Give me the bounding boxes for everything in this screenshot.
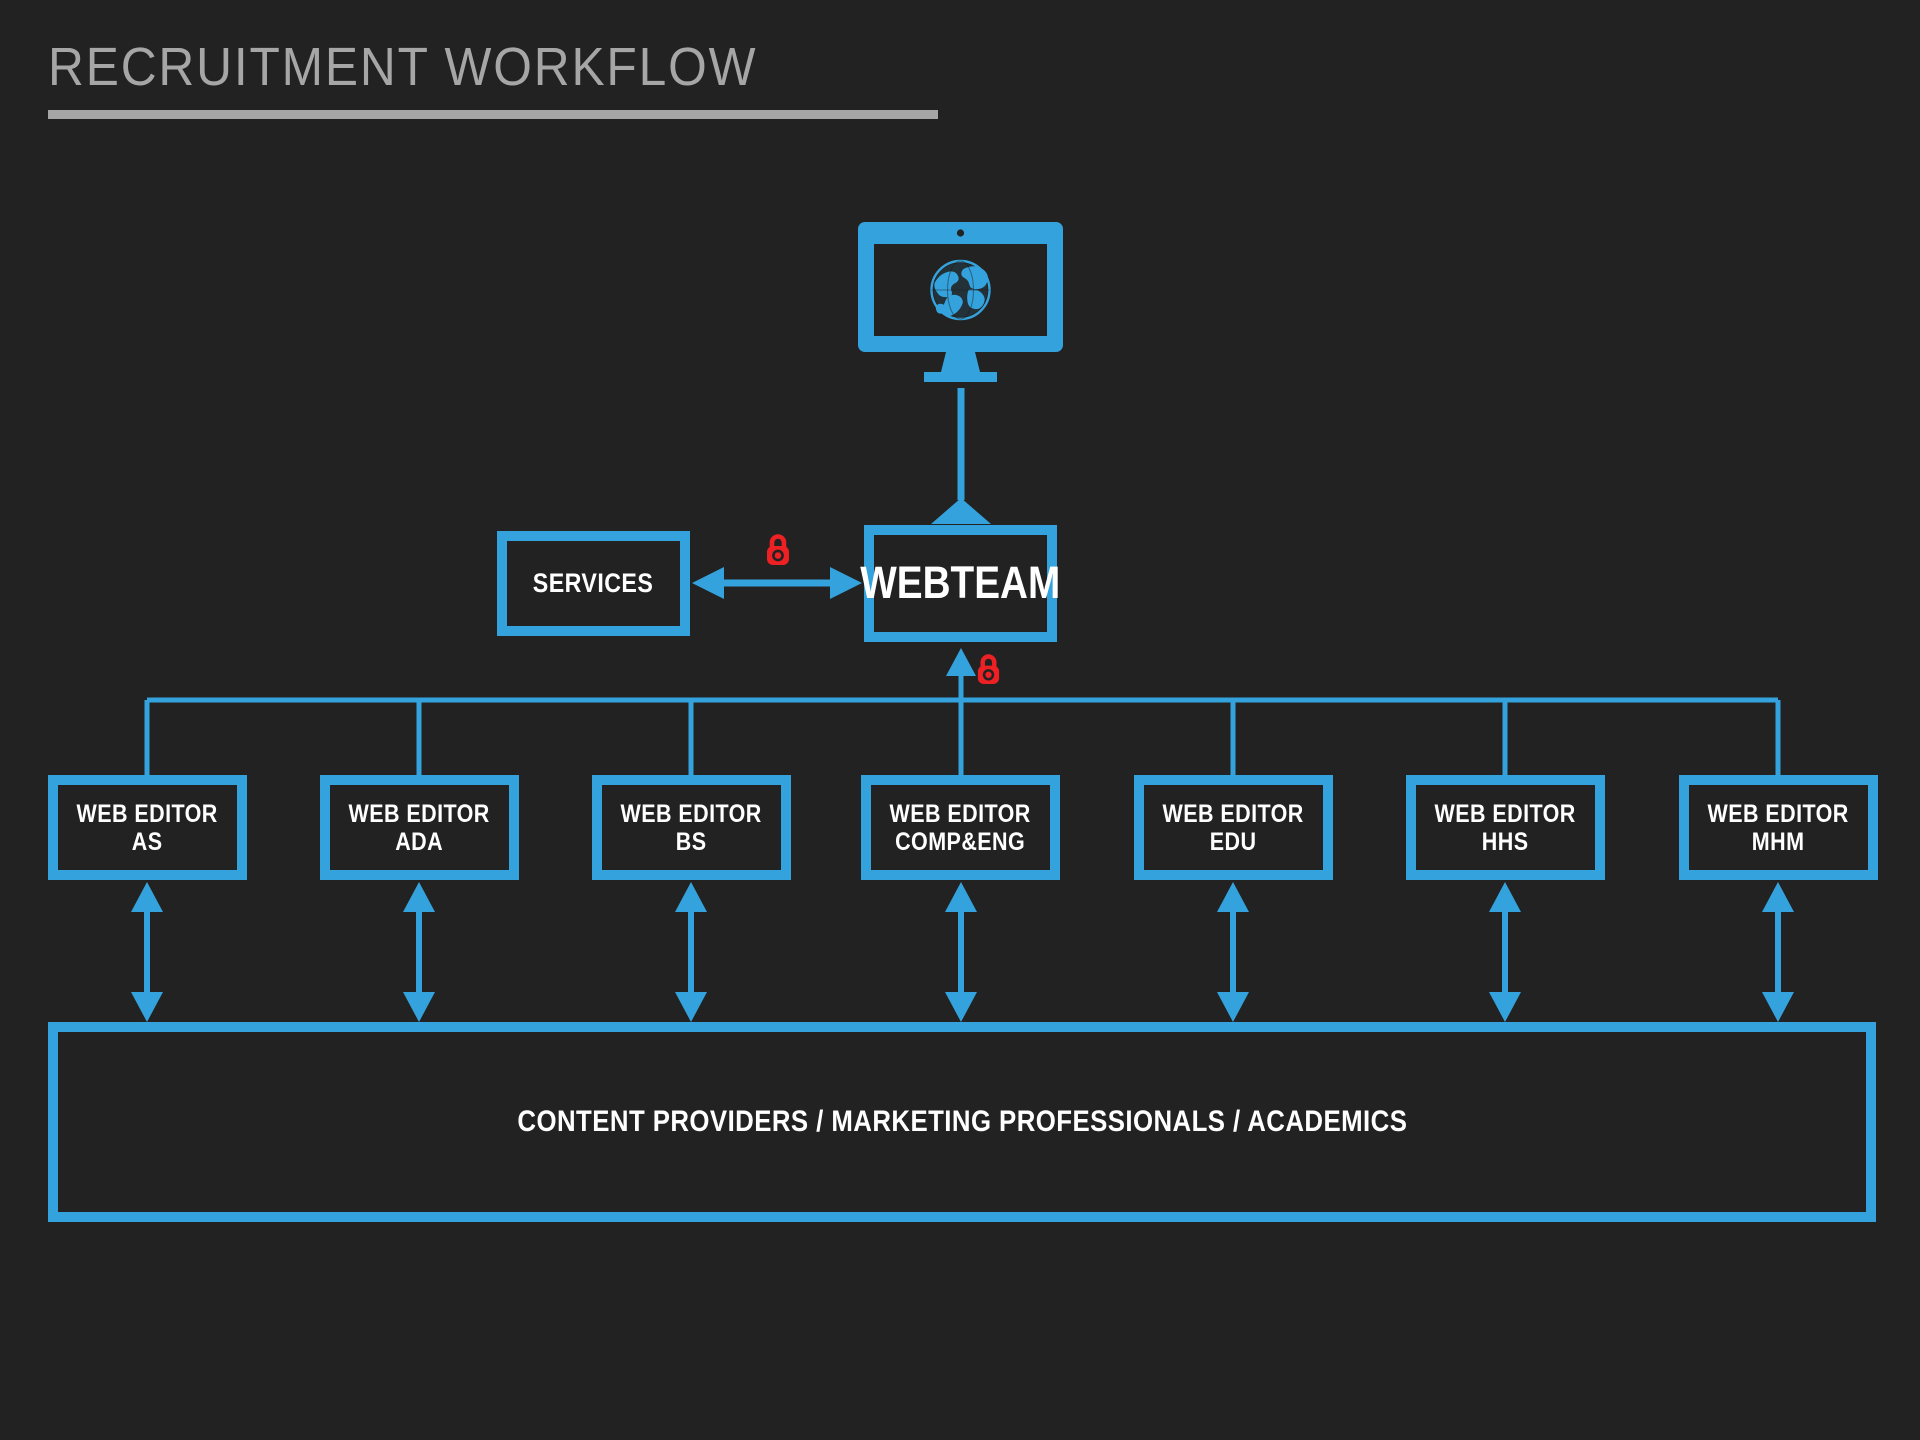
node-web-editor-bs[interactable]: WEB EDITOR BS: [592, 775, 791, 880]
node-webteam[interactable]: WEBTEAM: [861, 525, 1060, 642]
editor-unit-label: MHM: [1752, 827, 1805, 856]
node-webteam-label: WEBTEAM: [860, 557, 1061, 609]
editor-unit-label: AS: [132, 827, 163, 856]
diagram-canvas: RECRUITMENT WORKFLOW SERVICES WEBTEAM WE…: [0, 0, 1920, 1440]
connector-editors-to-providers: [131, 882, 1794, 1022]
node-content-providers-label: CONTENT PROVIDERS / MARKETING PROFESSION…: [517, 1105, 1407, 1139]
connector-editors-bus-to-webteam: [946, 648, 976, 700]
connector-services-webteam: [692, 567, 862, 599]
node-web-editor-ada[interactable]: WEB EDITOR ADA: [320, 775, 519, 880]
node-web-editor-hhs[interactable]: WEB EDITOR HHS: [1406, 775, 1605, 880]
node-content-providers[interactable]: CONTENT PROVIDERS / MARKETING PROFESSION…: [48, 1022, 1876, 1222]
globe-icon: [930, 259, 991, 321]
editor-unit-label: ADA: [395, 827, 444, 856]
editor-role-label: WEB EDITOR: [76, 799, 219, 828]
editor-unit-label: BS: [676, 827, 707, 856]
node-web-editor-edu[interactable]: WEB EDITOR EDU: [1134, 775, 1333, 880]
connector-webteam-to-monitor: [931, 388, 991, 524]
lock-icon: [767, 534, 789, 565]
web-monitor-icon: [858, 222, 1063, 382]
editor-unit-label: HHS: [1482, 827, 1529, 856]
node-web-editor-mhm[interactable]: WEB EDITOR MHM: [1679, 775, 1878, 880]
editor-unit-label: COMP&ENG: [895, 827, 1026, 856]
editor-role-label: WEB EDITOR: [1434, 799, 1577, 828]
lock-icon: [977, 654, 1000, 684]
editors-distribution-bus: [144, 697, 1781, 776]
node-services-label: SERVICES: [533, 568, 654, 599]
editor-role-label: WEB EDITOR: [889, 799, 1032, 828]
node-services[interactable]: SERVICES: [497, 531, 690, 636]
node-web-editor-as[interactable]: WEB EDITOR AS: [48, 775, 247, 880]
editor-role-label: WEB EDITOR: [348, 799, 491, 828]
editor-unit-label: EDU: [1210, 827, 1257, 856]
editor-role-label: WEB EDITOR: [1162, 799, 1305, 828]
node-web-editor-compeng[interactable]: WEB EDITOR COMP&ENG: [861, 775, 1060, 880]
connector-layer: [131, 388, 1794, 1022]
editor-role-label: WEB EDITOR: [1707, 799, 1850, 828]
editor-role-label: WEB EDITOR: [620, 799, 763, 828]
